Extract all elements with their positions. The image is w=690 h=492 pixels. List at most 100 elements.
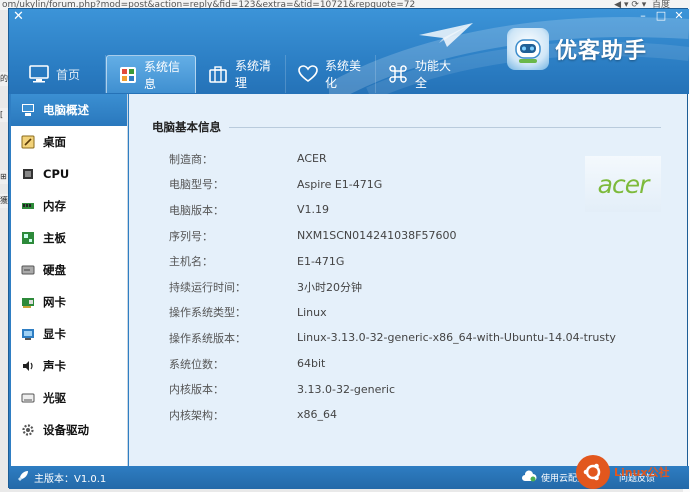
info-key: 系统位数： xyxy=(169,357,224,371)
robot-logo-icon xyxy=(507,28,549,70)
paper-plane-icon xyxy=(419,23,473,47)
info-value: Aspire E1-471G xyxy=(297,177,383,191)
optical-drive-icon xyxy=(21,391,35,405)
info-value: 3.13.0-32-generic xyxy=(297,382,396,396)
sidebar-item-label: 声卡 xyxy=(43,359,66,373)
tab-functions[interactable]: 功能大全 xyxy=(376,55,468,93)
info-list: 制造商： ACER 电脑型号： Aspire E1-471G 电脑版本： V1.19 … xyxy=(169,146,616,428)
tab-home[interactable]: 首页 xyxy=(17,55,106,93)
info-row-model: 电脑型号： Aspire E1-471G xyxy=(169,172,616,198)
info-key: 内核架构： xyxy=(169,408,224,422)
sidebar-item-desktop[interactable]: 桌面 xyxy=(11,126,127,158)
section-divider xyxy=(229,127,661,128)
window-close-icon[interactable]: ✕ xyxy=(671,9,687,23)
maximize-icon[interactable]: □ xyxy=(653,9,669,23)
sidebar-item-label: 设备驱动 xyxy=(43,423,89,437)
app-header: ✕ – □ ✕ 优客助手 首页 系统信息 系统清理 系统美化 功能大全 xyxy=(9,9,689,94)
speaker-icon xyxy=(21,359,35,373)
cpu-icon xyxy=(21,167,35,181)
info-key: 电脑型号： xyxy=(169,178,224,192)
info-grid-icon xyxy=(119,65,137,85)
tab-label: 首页 xyxy=(56,67,81,82)
info-key: 操作系统版本： xyxy=(169,331,246,345)
browser-page-fragment: 獲 xyxy=(0,194,8,208)
sidebar-item-overview[interactable]: 电脑概述 xyxy=(11,94,127,126)
version-info: 主版本：V1.0.1 xyxy=(17,466,106,489)
sidebar-item-label: 显卡 xyxy=(43,327,66,341)
heart-icon xyxy=(298,64,318,84)
info-value: Linux-3.13.0-32-generic-x86_64-with-Ubun… xyxy=(297,331,616,345)
sidebar-item-label: 光驱 xyxy=(43,391,66,405)
info-row-manufacturer: 制造商： ACER xyxy=(169,146,616,172)
sidebar-item-network-card[interactable]: 网卡 xyxy=(11,286,127,318)
gear-icon xyxy=(21,423,35,437)
sidebar-item-label: 网卡 xyxy=(43,295,66,309)
sidebar-item-sound-card[interactable]: 声卡 xyxy=(11,350,127,382)
main-panel: 电脑基本信息 acer 制造商： ACER 电脑型号： Aspire E1-471G… xyxy=(129,94,687,466)
info-row-version: 电脑版本： V1.19 xyxy=(169,197,616,223)
sidebar-item-cpu[interactable]: CPU xyxy=(11,158,127,190)
tab-label: 系统清理 xyxy=(235,59,272,90)
browser-page-fragment: [ xyxy=(0,108,8,122)
sidebar-item-memory[interactable]: 内存 xyxy=(11,190,127,222)
sidebar: 电脑概述 桌面 CPU 内存 主板 硬盘 网卡 显卡 声卡 光驱 设备驱动 xyxy=(11,94,128,466)
sidebar-item-label: 桌面 xyxy=(43,135,66,149)
info-value: NXM1SCN014241038F57600 xyxy=(297,229,457,243)
harddisk-icon xyxy=(21,263,35,277)
info-key: 序列号： xyxy=(169,229,213,243)
info-value: 64bit xyxy=(297,357,326,371)
briefcase-icon xyxy=(208,64,228,84)
sidebar-item-label: 电脑概述 xyxy=(43,103,89,117)
info-value: ACER xyxy=(297,152,327,166)
tab-label: 系统信息 xyxy=(144,59,181,91)
sidebar-item-device-drivers[interactable]: 设备驱动 xyxy=(11,414,127,446)
sidebar-item-display-card[interactable]: 显卡 xyxy=(11,318,127,350)
main-tabs: 首页 系统信息 系统清理 系统美化 功能大全 xyxy=(17,55,468,93)
info-row-os-type: 操作系统类型： Linux xyxy=(169,300,616,326)
info-value: x86_64 xyxy=(297,408,338,422)
version-text: 主版本：V1.0.1 xyxy=(34,474,107,485)
display-card-icon xyxy=(21,327,35,341)
info-key: 主机名： xyxy=(169,255,213,269)
info-value: 3小时20分钟 xyxy=(297,280,362,294)
tab-system-info[interactable]: 系统信息 xyxy=(106,55,196,93)
sidebar-item-label: 硬盘 xyxy=(43,263,66,277)
rocket-icon xyxy=(17,470,29,485)
info-row-uptime: 持续运行时间： 3小时20分钟 xyxy=(169,274,616,300)
minimize-icon[interactable]: – xyxy=(635,9,651,23)
tab-system-clean[interactable]: 系统清理 xyxy=(196,55,286,93)
sidebar-item-label: 主板 xyxy=(43,231,66,245)
info-key: 持续运行时间： xyxy=(169,280,246,294)
info-row-os-version: 操作系统版本： Linux-3.13.0-32-generic-x86_64-wi… xyxy=(169,325,616,351)
info-row-serial: 序列号： NXM1SCN014241038F57600 xyxy=(169,223,616,249)
app-name: 优客助手 xyxy=(555,39,648,64)
screen: om/ukylin/forum.php?mod=post&action=repl… xyxy=(0,0,690,492)
app-window: ✕ – □ ✕ 优客助手 首页 系统信息 系统清理 系统美化 功能大全 电脑概述… xyxy=(8,8,689,489)
info-key: 电脑版本： xyxy=(169,203,224,217)
info-row-bits: 系统位数： 64bit xyxy=(169,351,616,377)
sidebar-item-optical-drive[interactable]: 光驱 xyxy=(11,382,127,414)
motherboard-icon xyxy=(21,231,35,245)
computer-icon xyxy=(21,103,35,117)
info-key: 内核版本： xyxy=(169,383,224,397)
browser-page-fragment: ⊞ xyxy=(0,170,8,184)
info-row-hostname: 主机名： E1-471G xyxy=(169,248,616,274)
browser-page-fragment: 的 xyxy=(0,72,8,86)
sidebar-item-motherboard[interactable]: 主板 xyxy=(11,222,127,254)
info-key: 操作系统类型： xyxy=(169,306,246,320)
info-key: 制造商： xyxy=(169,152,213,166)
section-title: 电脑基本信息 xyxy=(152,120,221,134)
info-value: E1-471G xyxy=(297,254,345,268)
monitor-icon xyxy=(29,64,49,84)
info-value: Linux xyxy=(297,305,327,319)
ubuntu-watermark-icon xyxy=(576,455,610,489)
memory-icon xyxy=(21,199,35,213)
desktop-icon xyxy=(21,135,35,149)
tab-system-beautify[interactable]: 系统美化 xyxy=(286,55,376,93)
tab-label: 功能大全 xyxy=(415,59,452,90)
close-icon[interactable]: ✕ xyxy=(13,10,27,24)
network-card-icon xyxy=(21,295,35,309)
sidebar-item-harddisk[interactable]: 硬盘 xyxy=(11,254,127,286)
sidebar-item-label: 内存 xyxy=(43,199,66,213)
info-row-kernel-arch: 内核架构： x86_64 xyxy=(169,402,616,428)
